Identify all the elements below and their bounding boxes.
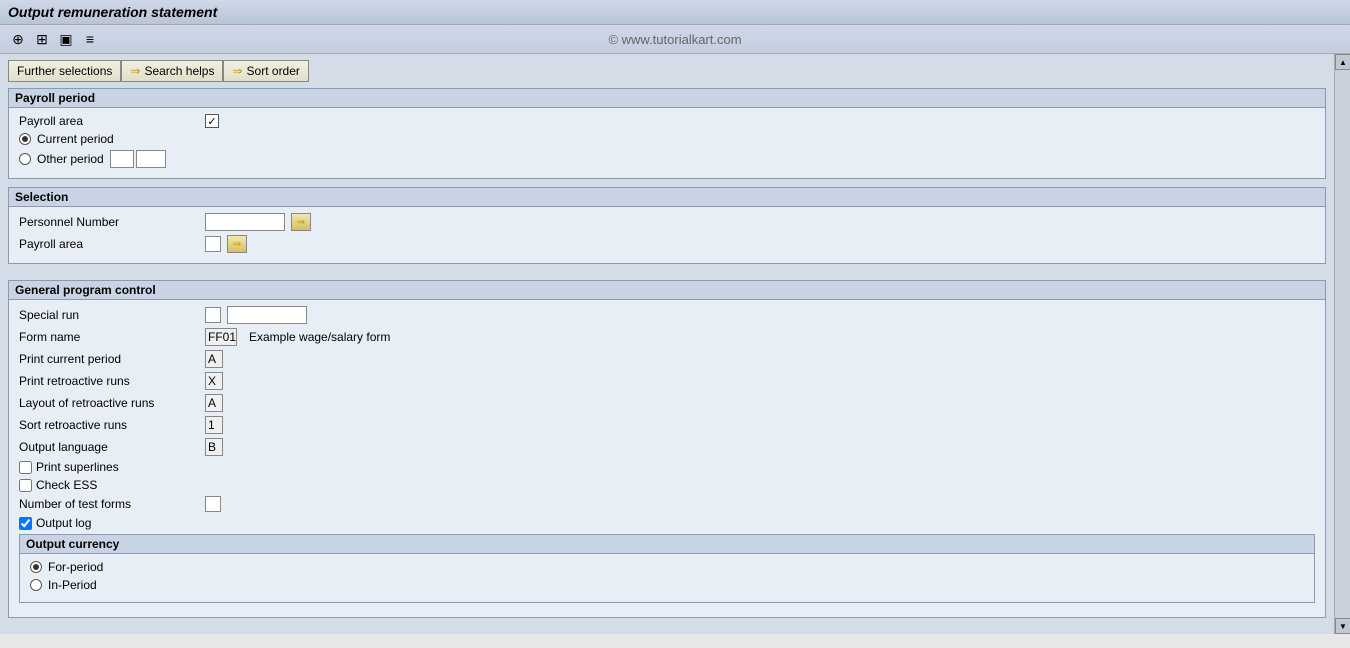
in-period-row: In-Period xyxy=(30,578,1304,592)
other-period-input-1[interactable] xyxy=(110,150,134,168)
layout-retroactive-runs-label: Layout of retroactive runs xyxy=(19,396,199,410)
output-log-label: Output log xyxy=(36,516,91,530)
current-period-label: Current period xyxy=(37,132,114,146)
selection-header: Selection xyxy=(9,188,1325,207)
check-ess-row: Check ESS xyxy=(19,478,1315,492)
payroll-period-section: Payroll period Payroll area ✓ Current pe… xyxy=(8,88,1326,179)
check-ess-label: Check ESS xyxy=(36,478,97,492)
personnel-number-input[interactable] xyxy=(205,213,285,231)
toolbar: ⊕ ⊞ ▣ ≡ © www.tutorialkart.com xyxy=(0,25,1350,54)
selection-payroll-area-row: Payroll area ⇒ xyxy=(19,235,1315,253)
tab-search-helps-arrow: ⇒ xyxy=(130,64,140,78)
for-period-row: For-period xyxy=(30,560,1304,574)
number-test-forms-row: Number of test forms xyxy=(19,496,1315,512)
check-ess-checkbox[interactable] xyxy=(19,479,32,492)
scroll-down-btn[interactable]: ▼ xyxy=(1335,618,1350,634)
special-run-row: Special run xyxy=(19,306,1315,324)
form-name-label: Form name xyxy=(19,330,199,344)
selection-payroll-area-label: Payroll area xyxy=(19,237,199,251)
print-retroactive-runs-row: Print retroactive runs X xyxy=(19,372,1315,390)
special-run-label: Special run xyxy=(19,308,199,322)
other-period-input-2[interactable] xyxy=(136,150,166,168)
print-retroactive-runs-label: Print retroactive runs xyxy=(19,374,199,388)
print-current-period-row: Print current period A xyxy=(19,350,1315,368)
watermark: © www.tutorialkart.com xyxy=(608,32,741,47)
number-test-forms-label: Number of test forms xyxy=(19,497,199,511)
output-currency-section: Output currency For-period In-Period xyxy=(19,534,1315,603)
other-period-row: Other period xyxy=(19,150,1315,168)
form-name-row: Form name FF01 Example wage/salary form xyxy=(19,328,1315,346)
toolbar-icon-1[interactable]: ⊕ xyxy=(8,29,28,49)
personnel-number-row: Personnel Number ⇒ xyxy=(19,213,1315,231)
current-period-radio[interactable] xyxy=(19,133,31,145)
tab-sort-order[interactable]: ⇒ Sort order xyxy=(223,60,308,82)
tab-search-helps[interactable]: ⇒ Search helps xyxy=(121,60,223,82)
form-name-value: FF01 xyxy=(205,328,237,346)
title-bar: Output remuneration statement xyxy=(0,0,1350,25)
print-retroactive-runs-value: X xyxy=(205,372,223,390)
special-run-input-1[interactable] xyxy=(205,307,221,323)
output-language-label: Output language xyxy=(19,440,199,454)
toolbar-icon-3[interactable]: ▣ xyxy=(56,29,76,49)
in-period-radio[interactable] xyxy=(30,579,42,591)
scroll-thumb-area xyxy=(1335,70,1350,618)
print-superlines-checkbox[interactable] xyxy=(19,461,32,474)
layout-retroactive-runs-value: A xyxy=(205,394,223,412)
tab-further-selections[interactable]: Further selections xyxy=(8,60,121,82)
output-currency-header: Output currency xyxy=(20,535,1314,554)
general-program-control-section: General program control Special run Form… xyxy=(8,280,1326,618)
general-program-control-header: General program control xyxy=(9,281,1325,300)
in-period-label: In-Period xyxy=(48,578,97,592)
scrollbar-right[interactable]: ▲ ▼ xyxy=(1334,54,1350,634)
payroll-area-checkbox[interactable]: ✓ xyxy=(205,114,219,128)
toolbar-icon-4[interactable]: ≡ xyxy=(80,29,100,49)
other-period-radio[interactable] xyxy=(19,153,31,165)
special-run-input-2[interactable] xyxy=(227,306,307,324)
sort-retroactive-runs-row: Sort retroactive runs 1 xyxy=(19,416,1315,434)
sort-retroactive-runs-value: 1 xyxy=(205,416,223,434)
layout-retroactive-runs-row: Layout of retroactive runs A xyxy=(19,394,1315,412)
output-log-checkbox[interactable] xyxy=(19,517,32,530)
number-test-forms-input[interactable] xyxy=(205,496,221,512)
selection-payroll-area-select-btn[interactable]: ⇒ xyxy=(227,235,247,253)
output-language-value: B xyxy=(205,438,223,456)
personnel-number-label: Personnel Number xyxy=(19,215,199,229)
payroll-period-header: Payroll period xyxy=(9,89,1325,108)
tab-bar: Further selections ⇒ Search helps ⇒ Sort… xyxy=(8,60,1326,82)
selection-payroll-area-input[interactable] xyxy=(205,236,221,252)
print-current-period-value: A xyxy=(205,350,223,368)
for-period-label: For-period xyxy=(48,560,103,574)
payroll-area-row: Payroll area ✓ xyxy=(19,114,1315,128)
selection-section: Selection Personnel Number ⇒ Payroll are… xyxy=(8,187,1326,264)
output-log-row: Output log xyxy=(19,516,1315,530)
for-period-radio[interactable] xyxy=(30,561,42,573)
other-period-label: Other period xyxy=(37,152,104,166)
personnel-number-select-btn[interactable]: ⇒ xyxy=(291,213,311,231)
payroll-area-label: Payroll area xyxy=(19,114,199,128)
scroll-up-btn[interactable]: ▲ xyxy=(1335,54,1350,70)
sort-retroactive-runs-label: Sort retroactive runs xyxy=(19,418,199,432)
print-current-period-label: Print current period xyxy=(19,352,199,366)
form-name-extra-text: Example wage/salary form xyxy=(249,330,390,344)
print-superlines-row: Print superlines xyxy=(19,460,1315,474)
toolbar-icon-2[interactable]: ⊞ xyxy=(32,29,52,49)
current-period-row: Current period xyxy=(19,132,1315,146)
tab-sort-order-arrow: ⇒ xyxy=(232,64,242,78)
print-superlines-label: Print superlines xyxy=(36,460,119,474)
output-language-row: Output language B xyxy=(19,438,1315,456)
